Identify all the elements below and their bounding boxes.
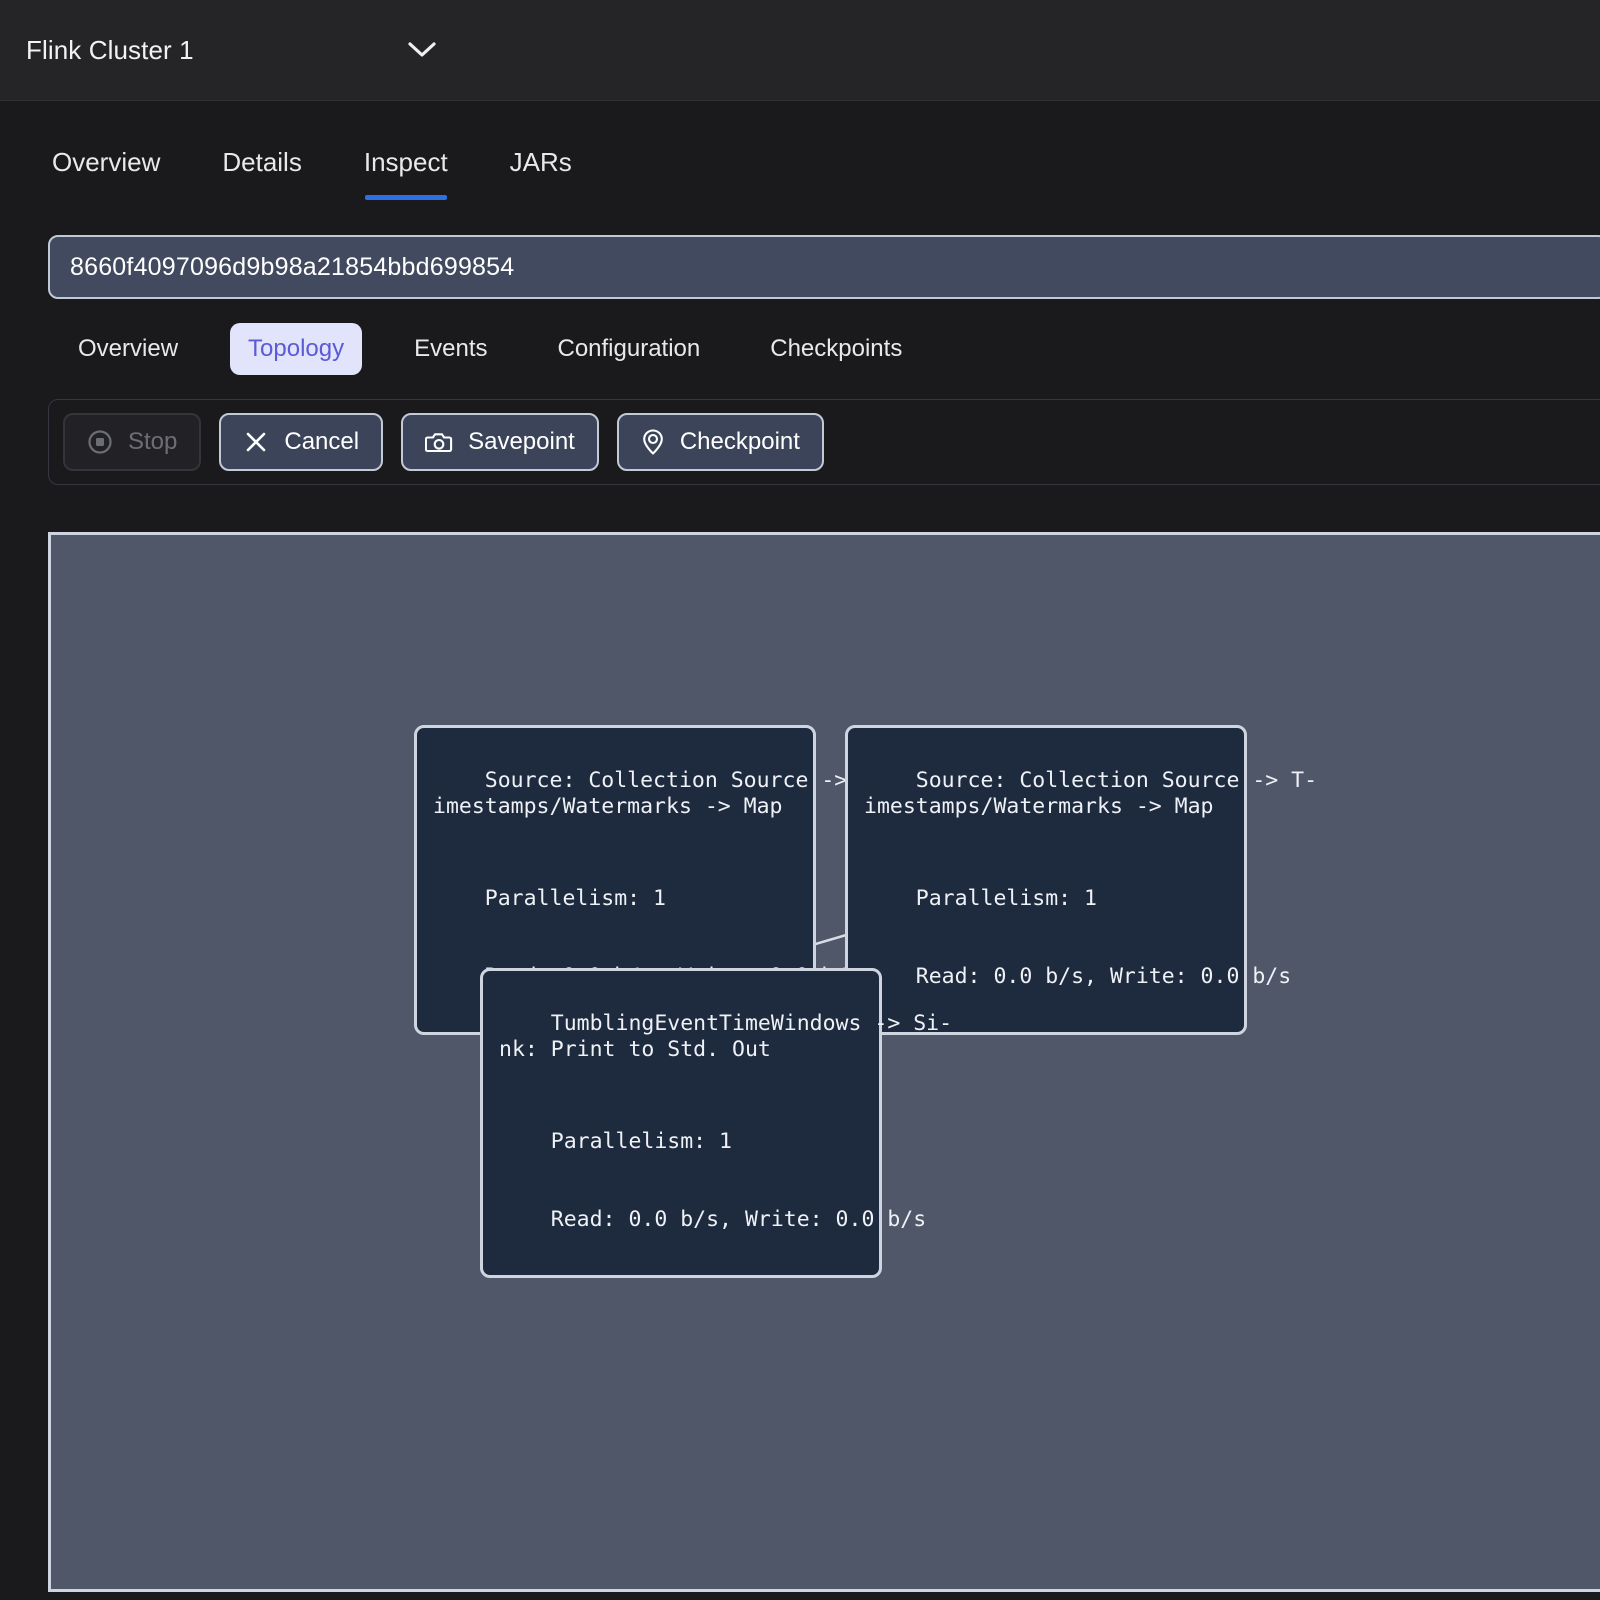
- map-pin-icon: [641, 428, 665, 456]
- savepoint-button[interactable]: Savepoint: [401, 413, 599, 471]
- node-throughput-sink: Read: 0.0 b/s, Write: 0.0 b/s: [551, 1207, 926, 1232]
- checkpoint-button-label: Checkpoint: [680, 428, 800, 456]
- subtab-events-label: Events: [414, 335, 487, 362]
- cluster-title: Flink Cluster 1: [26, 35, 194, 66]
- subtab-configuration[interactable]: Configuration: [539, 323, 718, 375]
- stop-button[interactable]: Stop: [63, 413, 201, 471]
- job-id-row: 8660f4097096d9b98a21854bbd699854: [0, 213, 1600, 299]
- chevron-down-icon[interactable]: [404, 34, 440, 66]
- stop-circle-icon: [87, 429, 113, 455]
- node-parallelism-source-left: Parallelism: 1: [485, 886, 666, 911]
- tab-details[interactable]: Details: [222, 147, 301, 200]
- subtab-overview-label: Overview: [78, 335, 178, 362]
- node-parallelism-source-right: Parallelism: 1: [916, 886, 1097, 911]
- cancel-button-label: Cancel: [284, 428, 359, 456]
- cluster-bar: Flink Cluster 1: [0, 0, 1600, 101]
- job-id-value: 8660f4097096d9b98a21854bbd699854: [70, 253, 514, 282]
- tab-details-label: Details: [222, 147, 301, 177]
- subtab-configuration-label: Configuration: [557, 335, 700, 362]
- tab-jars-label: JARs: [510, 147, 572, 177]
- checkpoint-button[interactable]: Checkpoint: [617, 413, 824, 471]
- camera-icon: [425, 429, 453, 455]
- cancel-button[interactable]: Cancel: [219, 413, 383, 471]
- topology-node-source-right[interactable]: Source: Collection Source -> T- imestamp…: [845, 725, 1247, 1035]
- tab-inspect[interactable]: Inspect: [364, 147, 448, 200]
- savepoint-button-label: Savepoint: [468, 428, 575, 456]
- subtab-events[interactable]: Events: [396, 323, 505, 375]
- tab-overview[interactable]: Overview: [52, 147, 160, 200]
- tab-inspect-label: Inspect: [364, 147, 448, 177]
- subtab-checkpoints-label: Checkpoints: [770, 335, 902, 362]
- subtab-topology-label: Topology: [248, 335, 344, 362]
- tab-overview-label: Overview: [52, 147, 160, 177]
- job-action-toolbar: Stop Cancel Savepoint Checkpoint: [48, 399, 1600, 485]
- sub-tab-bar: Overview Topology Events Configuration C…: [0, 299, 1600, 375]
- close-x-icon: [243, 429, 269, 455]
- main-tab-bar: Overview Details Inspect JARs: [0, 101, 1600, 213]
- subtab-overview[interactable]: Overview: [60, 323, 196, 375]
- subtab-checkpoints[interactable]: Checkpoints: [752, 323, 920, 375]
- node-throughput-source-right: Read: 0.0 b/s, Write: 0.0 b/s: [916, 964, 1291, 989]
- topology-node-sink[interactable]: TumblingEventTimeWindows -> Si- nk: Prin…: [480, 968, 882, 1278]
- tab-jars[interactable]: JARs: [510, 147, 572, 200]
- topology-canvas[interactable]: HASH HASH Source: Collection Source -> T…: [48, 532, 1600, 1592]
- node-parallelism-sink: Parallelism: 1: [551, 1129, 732, 1154]
- stop-button-label: Stop: [128, 428, 177, 456]
- subtab-topology[interactable]: Topology: [230, 323, 362, 375]
- job-id-input[interactable]: 8660f4097096d9b98a21854bbd699854: [48, 235, 1600, 299]
